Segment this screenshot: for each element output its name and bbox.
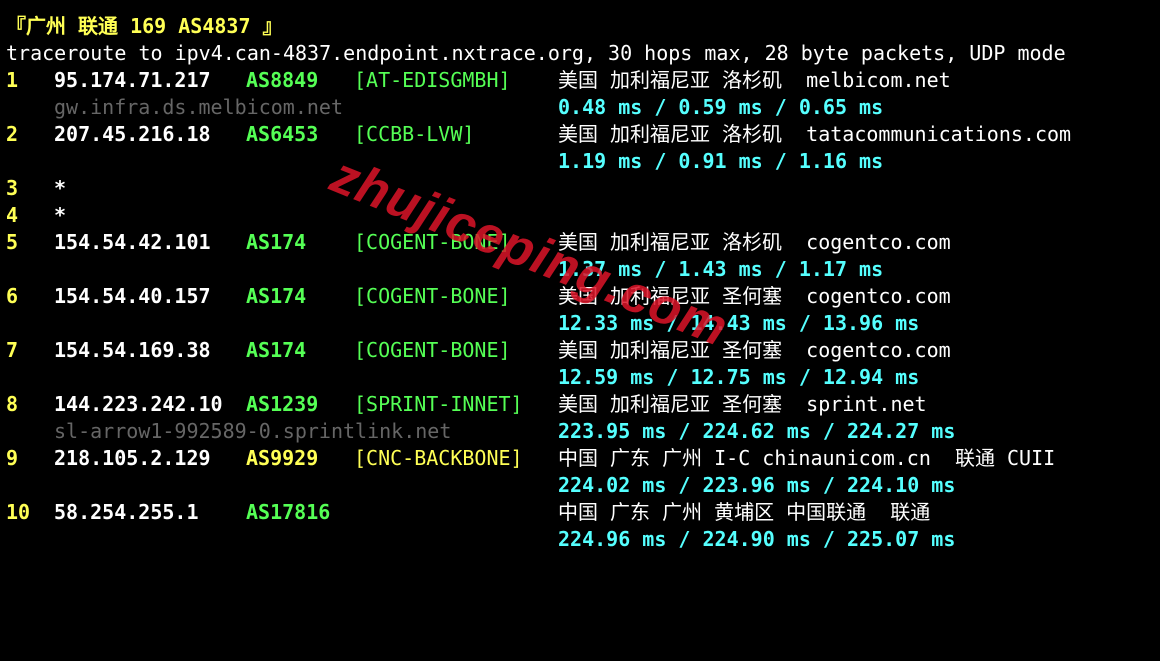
hop-row: 6 154.54.40.157 AS174 [COGENT-BONE] 美国 加… (0, 283, 951, 310)
hop-timeout: * (54, 176, 67, 200)
hop-number: 1 (6, 68, 19, 92)
hop-ip: 218.105.2.129 (54, 446, 211, 470)
hop-rtt: 0.48 ms / 0.59 ms / 0.65 ms (558, 95, 884, 119)
hop-number: 8 (6, 392, 19, 416)
hop-number: 4 (6, 203, 19, 227)
hop-rtt: 224.96 ms / 224.90 ms / 225.07 ms (558, 527, 956, 551)
hop-rtt: 12.59 ms / 12.75 ms / 12.94 ms (558, 365, 920, 389)
hop-number: 7 (6, 338, 19, 362)
command-line: traceroute to ipv4.can-4837.endpoint.nxt… (0, 40, 1066, 67)
hop-ip: 95.174.71.217 (54, 68, 211, 92)
hop-geo: 美国 加利福尼亚 圣何塞 sprint.net (558, 392, 927, 416)
hop-asn: AS174 (246, 230, 307, 254)
hop-asn: AS1239 (246, 392, 319, 416)
hop-detail-row: gw.infra.ds.melbicom.net 0.48 ms / 0.59 … (0, 94, 883, 121)
hop-rtt: 224.02 ms / 223.96 ms / 224.10 ms (558, 473, 956, 497)
hop-asn: AS17816 (246, 500, 331, 524)
hop-detail-row: sl-arrow1-992589-0.sprintlink.net 223.95… (0, 418, 955, 445)
hop-geo: 美国 加利福尼亚 洛杉矶 melbicom.net (558, 68, 951, 92)
hop-rtt: 12.33 ms / 14.43 ms / 13.96 ms (558, 311, 920, 335)
hop-number: 3 (6, 176, 19, 200)
title-text: 『广州 联通 169 AS4837 』 (6, 14, 283, 38)
hop-ptr: sl-arrow1-992589-0.sprintlink.net (54, 419, 452, 443)
hop-ip: 207.45.216.18 (54, 122, 211, 146)
hop-as-name: [SPRINT-INNET] (354, 392, 523, 416)
hop-detail-row: 1.19 ms / 0.91 ms / 1.16 ms (0, 148, 883, 175)
title-line: 『广州 联通 169 AS4837 』 (0, 13, 283, 40)
hop-detail-row: 12.33 ms / 14.43 ms / 13.96 ms (0, 310, 919, 337)
hop-row: 7 154.54.169.38 AS174 [COGENT-BONE] 美国 加… (0, 337, 951, 364)
hop-row: 4 * (0, 202, 66, 229)
hop-row: 9 218.105.2.129 AS9929 [CNC-BACKBONE] 中国… (0, 445, 1055, 472)
hop-row: 3 * (0, 175, 66, 202)
hop-ptr: gw.infra.ds.melbicom.net (54, 95, 343, 119)
hop-as-name: [CCBB-LVW] (354, 122, 475, 146)
hop-detail-row: 12.59 ms / 12.75 ms / 12.94 ms (0, 364, 919, 391)
hop-number: 2 (6, 122, 19, 146)
hop-rtt: 1.37 ms / 1.43 ms / 1.17 ms (558, 257, 884, 281)
hop-as-name: [CNC-BACKBONE] (354, 446, 523, 470)
hop-asn: AS6453 (246, 122, 319, 146)
hop-number: 6 (6, 284, 19, 308)
hop-asn: AS8849 (246, 68, 319, 92)
hop-asn: AS174 (246, 284, 307, 308)
hop-geo: 美国 加利福尼亚 圣何塞 cogentco.com (558, 284, 951, 308)
hop-detail-row: 1.37 ms / 1.43 ms / 1.17 ms (0, 256, 883, 283)
hop-as-name: [AT-EDISGMBH] (354, 68, 511, 92)
hop-row: 10 58.254.255.1 AS17816 中国 广东 广州 黄埔区 中国联… (0, 499, 930, 526)
hop-geo: 美国 加利福尼亚 洛杉矶 cogentco.com (558, 230, 951, 254)
hop-geo: 中国 广东 广州 I-C chinaunicom.cn 联通 CUII (558, 446, 1056, 470)
hop-ip: 154.54.40.157 (54, 284, 211, 308)
hop-row: 5 154.54.42.101 AS174 [COGENT-BONE] 美国 加… (0, 229, 951, 256)
hop-rtt: 223.95 ms / 224.62 ms / 224.27 ms (558, 419, 956, 443)
hop-number: 10 (6, 500, 31, 524)
hop-detail-row: 224.02 ms / 223.96 ms / 224.10 ms (0, 472, 955, 499)
hop-number: 5 (6, 230, 19, 254)
hop-as-name: [COGENT-BONE] (354, 338, 511, 362)
hop-ip: 154.54.42.101 (54, 230, 211, 254)
hop-geo: 美国 加利福尼亚 圣何塞 cogentco.com (558, 338, 951, 362)
terminal-window: 『广州 联通 169 AS4837 』 traceroute to ipv4.c… (0, 0, 1160, 569)
hop-ip: 144.223.242.10 (54, 392, 223, 416)
hop-ip: 58.254.255.1 (54, 500, 199, 524)
command-text: traceroute to ipv4.can-4837.endpoint.nxt… (6, 41, 1066, 65)
hop-geo: 美国 加利福尼亚 洛杉矶 tatacommunications.com (558, 122, 1072, 146)
hop-number: 9 (6, 446, 19, 470)
hop-timeout: * (54, 203, 67, 227)
hop-row: 2 207.45.216.18 AS6453 [CCBB-LVW] 美国 加利福… (0, 121, 1071, 148)
hop-row: 8 144.223.242.10 AS1239 [SPRINT-INNET] 美… (0, 391, 927, 418)
hop-row: 1 95.174.71.217 AS8849 [AT-EDISGMBH] 美国 … (0, 67, 951, 94)
hop-ip: 154.54.169.38 (54, 338, 211, 362)
hop-geo: 中国 广东 广州 黄埔区 中国联通 联通 (558, 500, 931, 524)
hop-asn: AS174 (246, 338, 307, 362)
hop-rtt: 1.19 ms / 0.91 ms / 1.16 ms (558, 149, 884, 173)
hop-asn: AS9929 (246, 446, 319, 470)
hop-detail-row: 224.96 ms / 224.90 ms / 225.07 ms (0, 526, 955, 553)
hop-as-name: [COGENT-BONE] (354, 230, 511, 254)
hop-as-name: [COGENT-BONE] (354, 284, 511, 308)
